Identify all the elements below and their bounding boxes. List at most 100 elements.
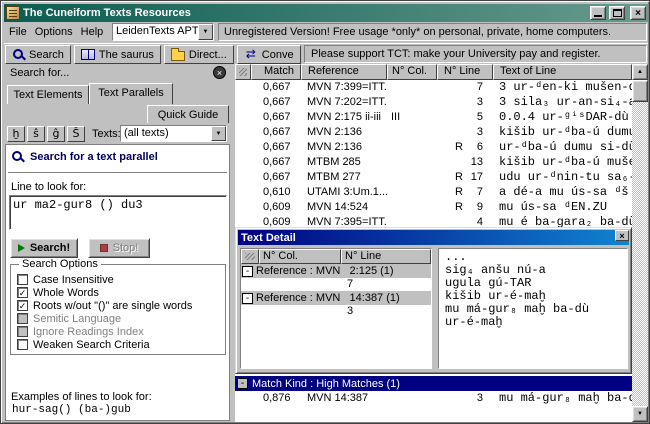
text-detail-dialog: Text Detail × N° Col.N° Line -Reference … xyxy=(235,227,632,374)
texts-apt-combo[interactable]: LeidenTexts APT ▼ xyxy=(112,23,214,41)
grid-corner-icon[interactable] xyxy=(241,249,259,264)
detail-group-label: Reference : MVN 2:125 (1) xyxy=(256,265,394,277)
detail-data-row[interactable]: 7 xyxy=(241,278,431,291)
option-roots-w-out-are-single-words[interactable]: ✓Roots w/out "()" are single words xyxy=(17,299,223,312)
checkbox[interactable] xyxy=(17,313,28,324)
table-row[interactable]: 0,667MVN 2:136R6ur-ᵈba-ú dumu si-dù xyxy=(235,140,632,155)
example-line: hur-sag() (ba-)gub xyxy=(12,404,131,416)
magnifier-icon xyxy=(11,150,24,163)
vertical-scrollbar[interactable]: ▲ ▼ xyxy=(632,64,648,422)
grid-corner-icon[interactable] xyxy=(235,64,251,80)
texts-combo[interactable]: (all texts) ▼ xyxy=(120,125,227,142)
column-header-n-line[interactable]: N° Line xyxy=(437,64,493,80)
detail-group-row[interactable]: -Reference : MVN 14:387 (1) xyxy=(241,291,431,305)
table-row[interactable]: 0,610UTAMI 3:Um.1...R7a dé-a mu ús-sa ᵈš xyxy=(235,185,632,200)
cell-match: 0,610 xyxy=(251,185,301,200)
menu-item-help[interactable]: Help xyxy=(77,24,108,40)
cell-ncol xyxy=(387,140,437,155)
option-label: Weaken Search Criteria xyxy=(33,339,150,351)
checkbox[interactable] xyxy=(17,274,28,285)
checkbox[interactable]: ✓ xyxy=(17,287,28,298)
column-header-n-line[interactable]: N° Line xyxy=(341,249,431,264)
column-header-n-col[interactable]: N° Col. xyxy=(259,249,341,264)
column-header-match[interactable]: Match xyxy=(251,64,301,80)
search-button-label: Search! xyxy=(30,242,70,254)
char-button[interactable]: ŝ xyxy=(27,126,45,142)
window-title: The Cuneiform Texts Resources xyxy=(23,7,587,19)
results-rows: 0,667MVN 7:399=ITT...73 ur-ᵈen-ki mušen-… xyxy=(235,80,632,230)
scroll-down-icon[interactable]: ▼ xyxy=(632,406,648,422)
toolbar-buttons: SearchThe saurusDirect...⇄Conve xyxy=(5,45,301,64)
cell-text: mu má-gur₈ maḫ ba-dù xyxy=(493,391,632,406)
option-weaken-search-criteria[interactable]: Weaken Search Criteria xyxy=(17,338,223,351)
titlebar[interactable]: The Cuneiform Texts Resources × xyxy=(4,4,648,22)
collapse-icon[interactable]: - xyxy=(242,293,253,304)
column-header-text-of-line[interactable]: Text of Line xyxy=(493,64,632,80)
dialog-close-button[interactable]: × xyxy=(615,230,629,241)
panel-close-button[interactable]: × xyxy=(213,66,226,79)
cell-ncol xyxy=(387,170,437,185)
char-buttons: ḫŝĝŠ xyxy=(7,125,85,142)
menu-item-file[interactable]: File xyxy=(5,24,31,40)
table-row[interactable]: 0,667MVN 7:202=ITT...33 sila₃ ur-an-si₄-… xyxy=(235,95,632,110)
search-button[interactable]: Search! xyxy=(10,238,78,258)
column-header-reference[interactable]: Reference xyxy=(301,64,387,80)
cell-ncol: III xyxy=(387,110,437,125)
minimize-button[interactable] xyxy=(590,6,606,20)
table-row[interactable]: 0,609MVN 14:524R9mu ús-sa ᵈEN.ZU xyxy=(235,200,632,215)
checkbox[interactable] xyxy=(17,339,28,350)
run-icon xyxy=(18,244,25,252)
collapse-icon[interactable]: - xyxy=(242,266,253,277)
dialog-titlebar[interactable]: Text Detail xyxy=(238,230,629,245)
scrollbar-thumb[interactable] xyxy=(632,80,648,102)
detail-text-panel[interactable]: ...sig₄ anšu nú-augula gú-TARkišib ur-é-… xyxy=(438,248,628,369)
table-row[interactable]: 0,667MVN 2:1363kišib ur-ᵈba-ú dumu xyxy=(235,125,632,140)
detail-data-row[interactable]: 3 xyxy=(241,305,431,318)
option-ignore-readings-index[interactable]: Ignore Readings Index xyxy=(17,325,223,338)
table-row[interactable]: 0,667MTBM 28513kišib ur-ᵈba-ú mušen xyxy=(235,155,632,170)
checkbox[interactable]: ✓ xyxy=(17,300,28,311)
row-icon-cell xyxy=(235,110,251,125)
toolbar-button-direct[interactable]: Direct... xyxy=(164,45,234,64)
match-kind-group-row[interactable]: - Match Kind : High Matches (1) xyxy=(235,376,632,391)
detail-group-row[interactable]: -Reference : MVN 2:125 (1) xyxy=(241,264,431,278)
menu-item-options[interactable]: Options xyxy=(31,24,77,40)
cell-text: 0.0.4 ur-ᵍⁱˢDAR-dù xyxy=(493,110,632,125)
toolbar-button-conve[interactable]: ⇄Conve xyxy=(237,45,301,64)
tab-text-parallels[interactable]: Text Parallels xyxy=(89,83,173,104)
search-options-group: Search Options Case Insensitive✓Whole Wo… xyxy=(10,264,226,355)
cell-nline-wrap: 5 xyxy=(437,110,493,125)
char-button[interactable]: Š xyxy=(67,126,85,142)
book-icon xyxy=(81,49,95,60)
close-button[interactable]: × xyxy=(630,6,646,20)
menu-items: FileOptionsHelp xyxy=(5,22,107,42)
cell-match: 0,667 xyxy=(251,95,301,110)
table-row[interactable]: 0,667MTBM 277R17udu ur-ᵈnin-tu sa₆-d xyxy=(235,170,632,185)
maximize-button[interactable] xyxy=(609,6,625,20)
toolbar-button-the-saurus[interactable]: The saurus xyxy=(74,45,161,64)
chevron-down-icon[interactable]: ▼ xyxy=(211,126,226,141)
checkbox[interactable] xyxy=(17,326,28,337)
option-whole-words[interactable]: ✓Whole Words xyxy=(17,286,223,299)
column-header-n-col[interactable]: N° Col. xyxy=(387,64,437,80)
collapse-icon[interactable]: - xyxy=(237,378,248,389)
option-case-insensitive[interactable]: Case Insensitive xyxy=(17,273,223,286)
app-icon xyxy=(6,6,20,20)
table-row[interactable]: 0,876 MVN 14:387 3 mu má-gur₈ maḫ ba-dù xyxy=(235,391,632,406)
table-row[interactable]: 0,667MVN 7:399=ITT...73 ur-ᵈen-ki mušen-… xyxy=(235,80,632,95)
cell-match: 0,609 xyxy=(251,200,301,215)
detail-nline: 3 xyxy=(347,305,353,318)
toolbar: SearchThe saurusDirect...⇄Conve Please s… xyxy=(4,43,648,64)
toolbar-button-search[interactable]: Search xyxy=(5,45,71,64)
cell-nline: 7 xyxy=(477,80,483,95)
scroll-up-icon[interactable]: ▲ xyxy=(632,64,648,80)
table-row[interactable]: 0,667MVN 2:175 ii-iiiIII50.0.4 ur-ᵍⁱˢDAR… xyxy=(235,110,632,125)
char-button[interactable]: ḫ xyxy=(7,126,25,142)
char-button[interactable]: ĝ xyxy=(47,126,65,142)
option-semitic-language[interactable]: Semitic Language xyxy=(17,312,223,325)
tab-text-elements[interactable]: Text Elements xyxy=(7,85,89,104)
row-icon-cell xyxy=(235,170,251,185)
chevron-down-icon[interactable]: ▼ xyxy=(198,24,213,40)
line-input[interactable]: ur ma2-gur8 () du3 xyxy=(9,195,227,230)
tab-quick-guide[interactable]: Quick Guide xyxy=(147,105,229,123)
